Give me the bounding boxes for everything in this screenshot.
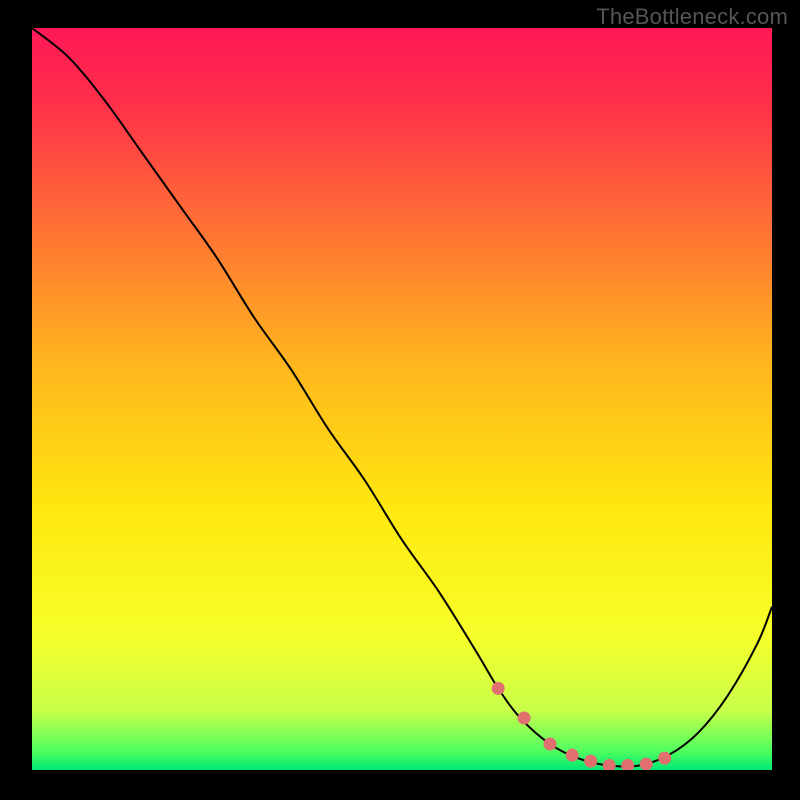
chart-marker-dot xyxy=(492,682,505,695)
chart-marker-dot xyxy=(658,752,671,765)
watermark-text: TheBottleneck.com xyxy=(596,4,788,30)
chart-svg xyxy=(32,28,772,770)
chart-marker-dot xyxy=(566,749,579,762)
chart-background xyxy=(32,28,772,770)
chart-plot-area xyxy=(32,28,772,770)
chart-marker-dot xyxy=(640,758,653,770)
chart-marker-dot xyxy=(544,738,557,751)
chart-marker-dot xyxy=(584,755,597,768)
chart-marker-dot xyxy=(518,712,531,725)
